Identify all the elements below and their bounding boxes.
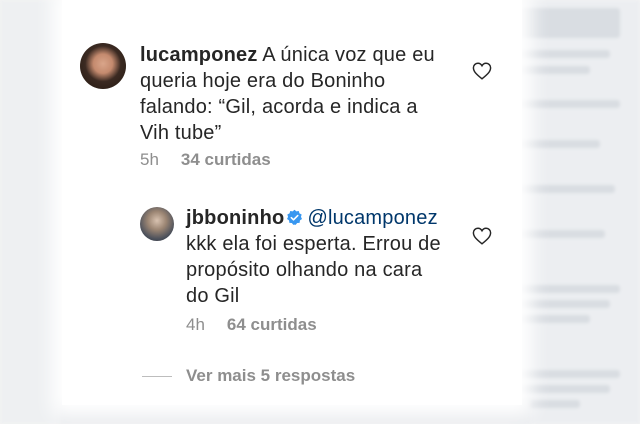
avatar[interactable]: [140, 207, 174, 241]
like-count[interactable]: 34 curtidas: [181, 150, 271, 170]
comment-body: jbboninho @lucamponez kkk ela foi esperta…: [186, 205, 444, 309]
background-right-blur: [510, 0, 640, 424]
comment-timestamp: 5h: [140, 150, 159, 169]
like-count[interactable]: 64 curtidas: [227, 315, 317, 335]
comment-meta: 5h 34 curtidas: [140, 150, 271, 170]
divider-line: [142, 375, 172, 377]
comment-username[interactable]: jbboninho: [186, 207, 284, 229]
verified-badge-icon: [287, 209, 303, 225]
view-more-replies-button[interactable]: Ver mais 5 respostas: [142, 366, 355, 386]
comment-username[interactable]: lucamponez: [140, 44, 258, 66]
mention-link[interactable]: @lucamponez: [307, 207, 437, 229]
background-left-blur: [0, 0, 70, 424]
comment-meta: 4h 64 curtidas: [186, 315, 317, 335]
view-more-label: Ver mais 5 respostas: [186, 366, 356, 385]
comment-text: kkk ela foi esperta. Errou de propósito …: [186, 233, 441, 307]
comment-body: lucamponez A única voz que eu queria hoj…: [140, 42, 440, 146]
comment-item: lucamponez A única voz que eu queria hoj…: [80, 43, 440, 146]
avatar[interactable]: [80, 43, 126, 89]
reply-item: jbboninho @lucamponez kkk ela foi esperta…: [140, 207, 444, 309]
heart-outline-icon[interactable]: [472, 227, 492, 245]
comment-timestamp: 4h: [186, 315, 205, 334]
heart-outline-icon[interactable]: [472, 62, 492, 80]
comment-thread: lucamponez A única voz que eu queria hoj…: [62, 0, 522, 405]
